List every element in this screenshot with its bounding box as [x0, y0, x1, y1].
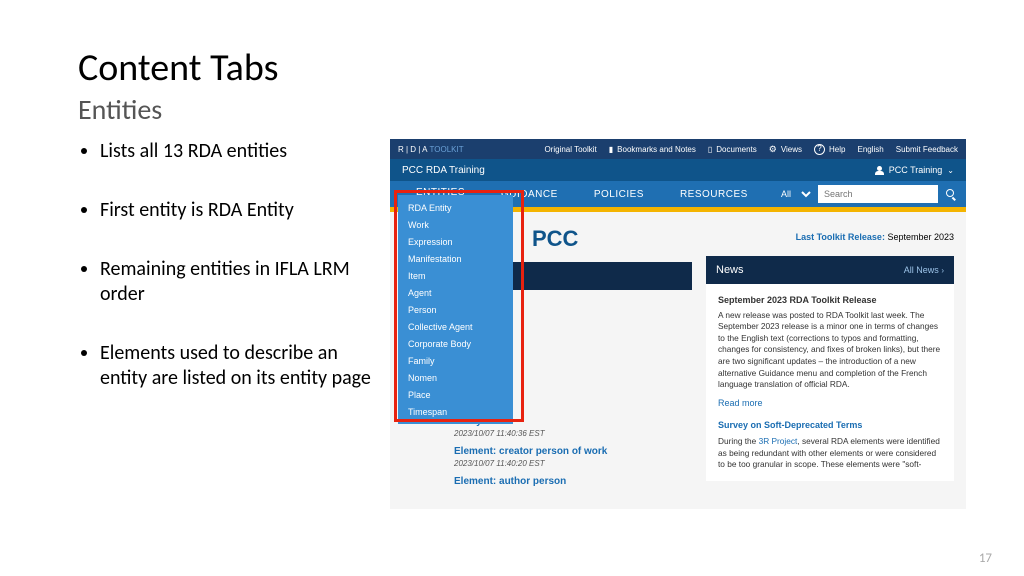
filter-select[interactable]: All: [771, 185, 814, 203]
dropdown-item[interactable]: Place: [398, 386, 513, 403]
brand-logo[interactable]: R | D | A TOOLKIT: [398, 145, 464, 154]
dropdown-item[interactable]: Nomen: [398, 369, 513, 386]
recent-timestamp: 2023/10/07 11:40:36 EST: [454, 429, 692, 438]
recent-item: Element: author person: [454, 476, 692, 487]
link-feedback[interactable]: Submit Feedback: [896, 145, 958, 154]
read-more-link[interactable]: Read more: [718, 397, 942, 410]
sub-header: PCC RDA Training PCC Training ⌄: [390, 159, 966, 181]
dropdown-item[interactable]: Work: [398, 216, 513, 233]
dropdown-item[interactable]: Item: [398, 267, 513, 284]
dropdown-item[interactable]: Manifestation: [398, 250, 513, 267]
slide-title: Content Tabs: [78, 45, 278, 91]
search-button[interactable]: [942, 185, 960, 203]
help-icon: [814, 144, 825, 155]
dropdown-item[interactable]: Expression: [398, 233, 513, 250]
recent-timestamp: 2023/10/07 11:40:20 EST: [454, 459, 692, 468]
bookmark-icon: [609, 145, 613, 154]
recent-link[interactable]: Element: author person: [454, 476, 692, 487]
release-value: September 2023: [887, 232, 954, 242]
news-item-body: A new release was posted to RDA Toolkit …: [718, 310, 942, 391]
search-icon: [946, 189, 956, 199]
brand-prefix: R | D | A: [398, 145, 428, 154]
top-bar: R | D | A TOOLKIT Original Toolkit Bookm…: [390, 139, 966, 159]
document-icon: [708, 145, 712, 154]
link-views[interactable]: Views: [769, 144, 802, 155]
tab-resources[interactable]: RESOURCES: [662, 181, 766, 207]
dropdown-item[interactable]: RDA Entity: [398, 199, 513, 216]
chevron-down-icon: ⌄: [947, 166, 954, 175]
page-title: PCC: [532, 226, 692, 252]
user-menu[interactable]: PCC Training ⌄: [875, 165, 954, 175]
slide-subtitle: Entities: [78, 92, 162, 127]
gear-icon: [769, 144, 777, 155]
link-help[interactable]: Help: [814, 144, 845, 155]
link-documents[interactable]: Documents: [708, 145, 757, 154]
bullet-item: Lists all 13 RDA entities: [100, 139, 378, 164]
link-bookmarks[interactable]: Bookmarks and Notes: [609, 145, 696, 154]
news-item-title[interactable]: Survey on Soft-Deprecated Terms: [718, 419, 942, 432]
release-line: Last Toolkit Release: September 2023: [706, 232, 954, 242]
news-header: News All News ›: [706, 256, 954, 284]
all-news-link[interactable]: All News ›: [904, 265, 944, 275]
recent-item: Element: creator person of work 2023/10/…: [454, 446, 692, 468]
entities-dropdown: RDA Entity Work Expression Manifestation…: [398, 195, 513, 424]
recent-link[interactable]: Element: creator person of work: [454, 446, 692, 457]
person-icon: [875, 166, 884, 175]
news-body: September 2023 RDA Toolkit Release A new…: [706, 284, 954, 481]
news-item-body: During the 3R Project, several RDA eleme…: [718, 436, 942, 471]
bullet-list: Lists all 13 RDA entities First entity i…: [78, 139, 378, 425]
slide: Content Tabs Entities Lists all 13 RDA e…: [0, 0, 1024, 576]
recent-list: Entity: Work 2023/10/07 11:40:36 EST Ele…: [454, 416, 692, 487]
right-column: Last Toolkit Release: September 2023 New…: [706, 222, 954, 495]
dropdown-item[interactable]: Timespan: [398, 403, 513, 420]
tab-policies[interactable]: POLICIES: [576, 181, 662, 207]
dropdown-item[interactable]: Person: [398, 301, 513, 318]
bullet-item: Remaining entities in IFLA LRM order: [100, 257, 378, 307]
bullet-item: First entity is RDA Entity: [100, 198, 378, 223]
news-item-title: September 2023 RDA Toolkit Release: [718, 294, 942, 307]
dropdown-item[interactable]: Agent: [398, 284, 513, 301]
brand-suffix: TOOLKIT: [430, 145, 464, 154]
dropdown-item[interactable]: Collective Agent: [398, 318, 513, 335]
training-title: PCC RDA Training: [402, 165, 485, 176]
news-heading: News: [716, 264, 744, 276]
dropdown-item[interactable]: Corporate Body: [398, 335, 513, 352]
page-number: 17: [979, 551, 992, 566]
link-language[interactable]: English: [857, 145, 883, 154]
chevron-right-icon: ›: [941, 266, 944, 275]
app-screenshot: R | D | A TOOLKIT Original Toolkit Bookm…: [390, 139, 966, 509]
link-original-toolkit[interactable]: Original Toolkit: [544, 145, 596, 154]
inline-link[interactable]: 3R Project: [759, 436, 798, 446]
search-input[interactable]: [818, 185, 938, 203]
bullet-item: Elements used to describe an entity are …: [100, 341, 378, 391]
release-label: Last Toolkit Release:: [796, 232, 885, 242]
dropdown-item[interactable]: Family: [398, 352, 513, 369]
